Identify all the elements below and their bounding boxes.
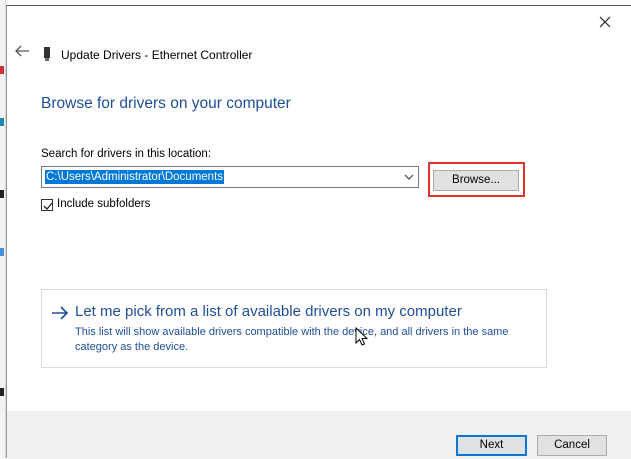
- cancel-button[interactable]: Cancel: [537, 435, 607, 456]
- dialog-title: Update Drivers - Ethernet Controller: [61, 48, 253, 62]
- dialog-footer: Next Cancel: [7, 411, 631, 459]
- driver-path-combobox[interactable]: C:\Users\Administrator\Documents: [41, 166, 419, 188]
- next-button[interactable]: Next: [456, 435, 527, 456]
- pick-from-list-description: This list will show available drivers co…: [75, 326, 509, 353]
- background-fragment: [0, 118, 4, 126]
- close-button[interactable]: [597, 14, 613, 30]
- right-arrow-icon: [52, 306, 69, 320]
- checkmark-icon: [43, 202, 53, 210]
- background-fragment: [0, 190, 4, 198]
- close-icon: [599, 16, 611, 28]
- network-device-icon: [44, 47, 50, 61]
- driver-path-value[interactable]: C:\Users\Administrator\Documents: [45, 170, 225, 184]
- pick-from-list-option[interactable]: Let me pick from a list of available dri…: [41, 289, 547, 368]
- background-fragment: [0, 388, 4, 396]
- update-drivers-dialog: Update Drivers - Ethernet Controller Bro…: [6, 5, 631, 459]
- browse-button[interactable]: Browse...: [433, 170, 519, 191]
- back-button[interactable]: [12, 43, 32, 59]
- background-fragment: [0, 248, 4, 256]
- back-arrow-icon: [15, 45, 29, 57]
- include-subfolders-label[interactable]: Include subfolders: [57, 198, 150, 210]
- search-location-label: Search for drivers in this location:: [41, 148, 212, 160]
- page-heading: Browse for drivers on your computer: [41, 95, 291, 112]
- include-subfolders-checkbox[interactable]: [41, 199, 53, 211]
- background-fragment: [0, 66, 4, 74]
- pick-from-list-title[interactable]: Let me pick from a list of available dri…: [75, 303, 462, 320]
- chevron-down-icon[interactable]: [404, 173, 414, 181]
